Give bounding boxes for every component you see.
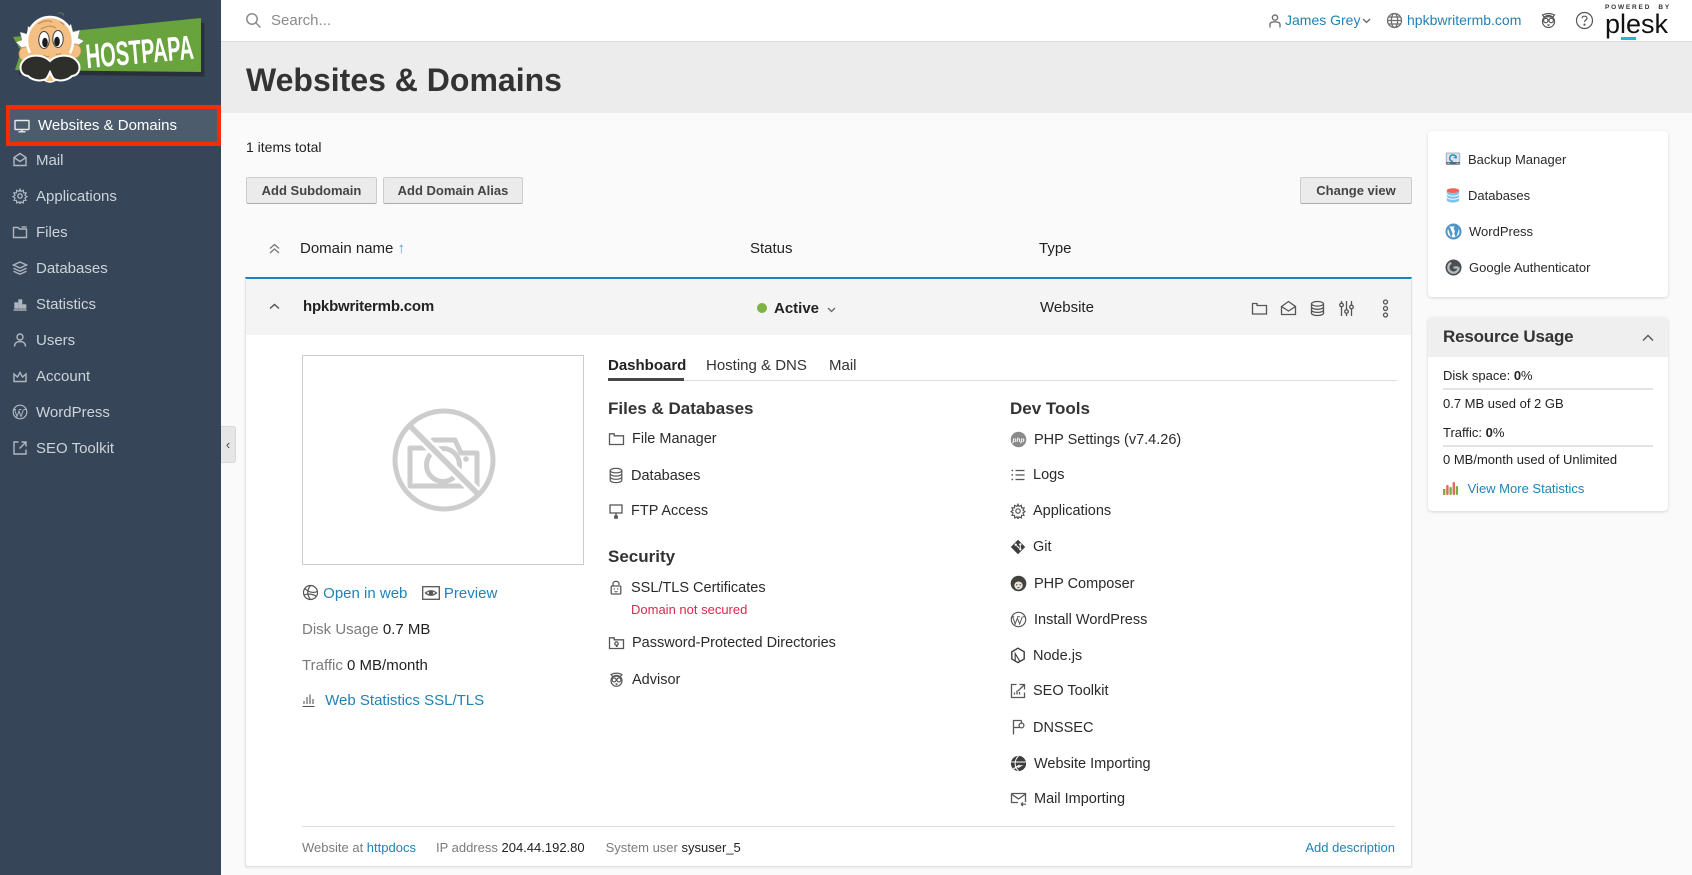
svg-text:php: php	[1012, 437, 1025, 444]
